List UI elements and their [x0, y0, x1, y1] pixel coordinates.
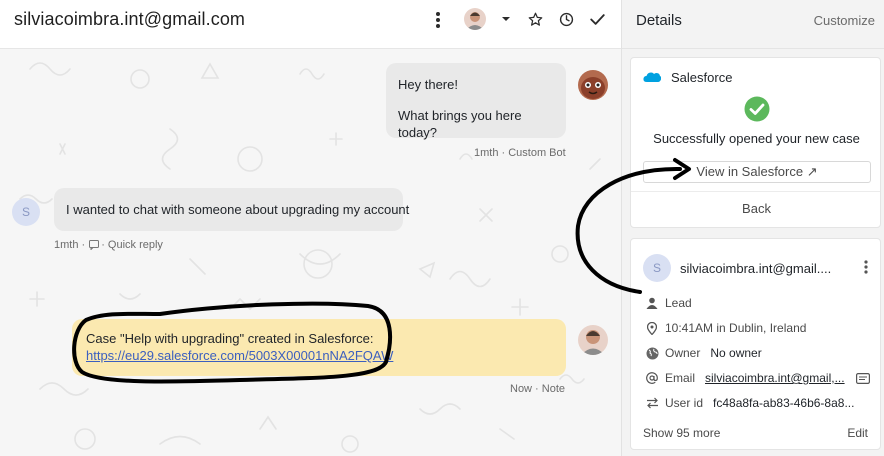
lead-email-row: Email silviacoimbra.int@gmail,... [643, 369, 870, 387]
conversation-panel: silviacoimbra.int@gmail.com Hey there! W… [0, 0, 621, 456]
person-icon [643, 295, 661, 311]
conversation-header: silviacoimbra.int@gmail.com [0, 0, 621, 49]
transfer-icon [643, 395, 661, 411]
salesforce-case-link[interactable]: https://eu29.salesforce.com/5003X00001nN… [86, 348, 393, 363]
lead-type-row: Lead [643, 294, 692, 312]
note-bubble: Case "Help with upgrading" created in Sa… [72, 319, 566, 376]
lead-email-title: silviacoimbra.int@gmail.... [680, 261, 832, 276]
salesforce-app-card: Salesforce Successfully opened your new … [630, 57, 881, 228]
globe-icon [643, 345, 661, 361]
lead-userid-row: User id fc48a8fa-ab83-46b6-8a8... [643, 394, 854, 412]
success-check-icon [744, 96, 770, 122]
bot-message-bubble: Hey there! What brings you here today? [386, 63, 566, 140]
owner-value[interactable]: No owner [710, 346, 761, 360]
lead-avatar: S [643, 254, 671, 282]
bot-message-line-2: What brings you here today? [398, 107, 522, 140]
note-author-avatar [578, 325, 608, 355]
star-icon[interactable] [523, 7, 547, 31]
chevron-down-icon[interactable] [494, 7, 518, 31]
salesforce-app-name: Salesforce [671, 70, 733, 85]
bot-message-line-1: Hey there! [398, 77, 458, 92]
user-message-meta: 1mth · · Quick reply [54, 239, 163, 251]
lead-type-value: Lead [665, 296, 692, 310]
details-sidebar: Details Customize Salesforce Successfull… [621, 0, 884, 456]
note-meta: Now · Note [510, 383, 566, 395]
location-icon [643, 320, 661, 336]
conversation-title: silviacoimbra.int@gmail.com [14, 9, 246, 29]
assignee-avatar[interactable] [463, 7, 487, 31]
owner-label: Owner [665, 346, 701, 360]
view-in-salesforce-button[interactable]: View in Salesforce ↗ [643, 161, 871, 183]
lead-owner-row: Owner No owner [643, 344, 762, 362]
user-message-bubble: I wanted to chat with someone about upgr… [54, 188, 409, 231]
lead-details-card: S silviacoimbra.int@gmail.... Lead 10:41… [630, 238, 881, 450]
bot-avatar [578, 70, 608, 100]
customize-button[interactable]: Customize [814, 13, 875, 28]
details-title: Details [636, 12, 682, 29]
lead-more-vertical-icon[interactable] [864, 260, 868, 274]
email-value[interactable]: silviacoimbra.int@gmail,... [705, 371, 845, 385]
back-button[interactable]: Back [631, 201, 882, 216]
quick-reply-icon [89, 240, 100, 250]
userid-label: User id [665, 396, 704, 410]
lead-location-row: 10:41AM in Dublin, Ireland [643, 319, 806, 337]
userid-value: fc48a8fa-ab83-46b6-8a8... [713, 396, 855, 410]
clock-icon[interactable] [554, 7, 578, 31]
lead-location-value: 10:41AM in Dublin, Ireland [665, 321, 807, 335]
id-card-icon[interactable] [856, 372, 870, 384]
user-message-action: · Quick reply [101, 239, 163, 251]
note-text: Case "Help with upgrading" created in Sa… [86, 331, 374, 346]
more-vertical-icon[interactable] [426, 8, 450, 32]
email-label: Email [665, 371, 696, 385]
salesforce-cloud-icon [643, 72, 661, 82]
details-header: Details Customize [622, 0, 884, 49]
card-divider [631, 191, 880, 192]
at-icon [643, 370, 661, 386]
bot-message-meta: 1mth · Custom Bot [474, 147, 566, 159]
user-avatar: S [12, 198, 40, 226]
user-message-time: 1mth · [54, 239, 86, 251]
check-icon[interactable] [585, 7, 609, 31]
edit-link[interactable]: Edit [847, 426, 868, 440]
show-more-link[interactable]: Show 95 more [643, 426, 720, 440]
success-message: Successfully opened your new case [653, 131, 860, 146]
